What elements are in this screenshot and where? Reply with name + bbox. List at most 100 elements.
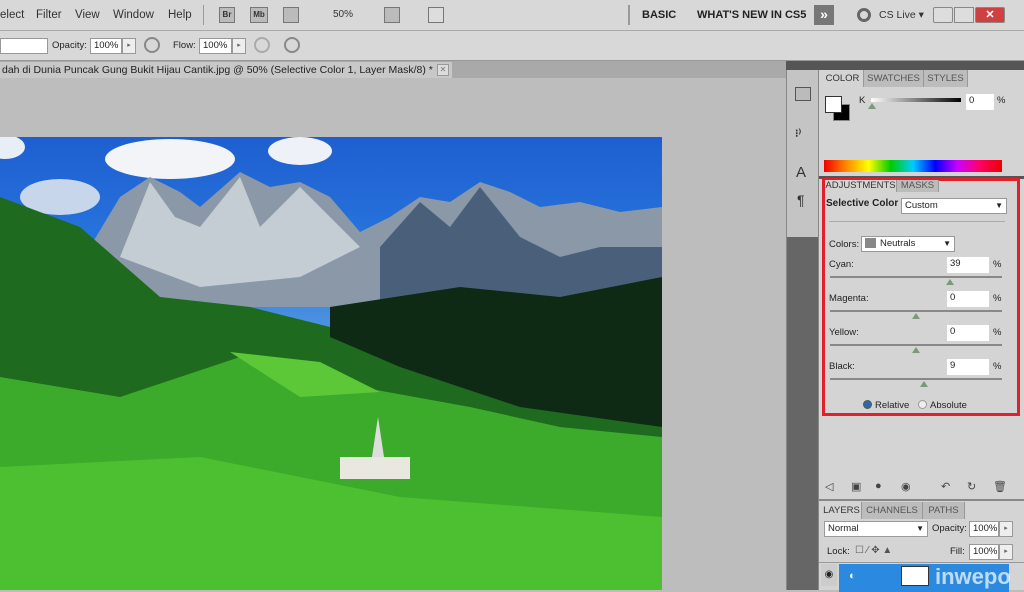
yellow-slider-thumb[interactable] — [912, 347, 920, 353]
divider — [829, 221, 1005, 222]
colors-select[interactable]: Neutrals ▼ — [861, 236, 955, 252]
tab-swatches[interactable]: SWATCHES — [864, 70, 924, 87]
history-icon[interactable] — [795, 87, 811, 101]
black-value-input[interactable]: 9 — [947, 359, 989, 375]
brush-preset-select[interactable] — [0, 38, 48, 54]
mini-bridge-button[interactable]: Mb — [250, 7, 268, 23]
pressure-opacity-icon[interactable] — [254, 37, 270, 53]
magenta-slider-track[interactable] — [830, 310, 1002, 312]
cs-live-icon — [857, 8, 871, 22]
view-extras-icon[interactable] — [283, 7, 299, 23]
bridge-button[interactable]: Br — [219, 7, 235, 23]
magenta-unit: % — [993, 293, 1002, 304]
workspace-basic[interactable]: BASIC — [642, 9, 676, 21]
relative-radio[interactable] — [863, 400, 872, 409]
magenta-slider-thumb[interactable] — [912, 313, 920, 319]
layer-opacity-label: Opacity: — [932, 523, 967, 534]
opacity-label: Opacity: — [52, 40, 87, 51]
preset-select[interactable]: Custom ▼ — [901, 198, 1007, 214]
black-label: Black: — [829, 361, 855, 372]
reset-icon[interactable]: ↻ — [967, 480, 976, 493]
adjustment-title: Selective Color — [826, 198, 899, 209]
tab-masks[interactable]: MASKS — [897, 180, 939, 192]
lock-icons[interactable]: ☐ ⁄ ✥ ▲ — [855, 545, 892, 556]
menu-window[interactable]: Window — [113, 9, 154, 21]
close-document-button[interactable]: ✕ — [437, 64, 449, 76]
k-value-input[interactable]: 0 — [966, 94, 994, 110]
yellow-label: Yellow: — [829, 327, 859, 338]
menu-view[interactable]: View — [75, 9, 100, 21]
k-slider-thumb[interactable] — [868, 103, 876, 109]
tab-layers[interactable]: LAYERS — [822, 502, 862, 519]
pressure-size-icon[interactable] — [284, 37, 300, 53]
blend-mode-select[interactable]: Normal ▼ — [824, 521, 928, 537]
black-slider-track[interactable] — [830, 378, 1002, 380]
visibility-icon[interactable]: ◉ — [901, 480, 911, 493]
fill-stepper[interactable]: ▸ — [999, 544, 1013, 560]
magenta-value-input[interactable]: 0 — [947, 291, 989, 307]
landscape-photo — [0, 137, 662, 590]
options-bar: Opacity: 100% ▸ Flow: 100% ▸ — [0, 31, 1024, 61]
yellow-value-input[interactable]: 0 — [947, 325, 989, 341]
close-window-button[interactable]: ✕ — [975, 7, 1005, 23]
lock-label: Lock: — [827, 546, 850, 557]
opacity-stepper[interactable]: ▸ — [122, 38, 136, 54]
cyan-slider-thumb[interactable] — [945, 279, 954, 285]
character-icon[interactable]: A — [796, 164, 806, 181]
layer-mask-thumbnail[interactable] — [901, 566, 929, 586]
menu-bar: elect Filter View Window Help Br Mb 50% … — [0, 0, 1024, 31]
document-canvas-image[interactable] — [0, 137, 662, 590]
color-spectrum-ramp[interactable] — [824, 160, 1002, 172]
cyan-label: Cyan: — [829, 259, 854, 270]
menu-filter[interactable]: Filter — [36, 9, 62, 21]
minimize-button[interactable] — [933, 7, 953, 23]
flow-stepper[interactable]: ▸ — [232, 38, 246, 54]
tab-color[interactable]: COLOR — [822, 70, 864, 87]
arrange-documents-icon[interactable] — [384, 7, 400, 23]
paragraph-icon[interactable]: ¶ — [797, 192, 805, 208]
tab-styles[interactable]: STYLES — [924, 70, 968, 87]
adjustments-footer: ◁ ▣ ● ◉ ↶ ↻ 🗑 — [819, 477, 1024, 499]
k-slider-track[interactable] — [871, 98, 961, 102]
clip-layer-icon[interactable]: ● — [875, 480, 882, 492]
flow-label: Flow: — [173, 40, 196, 51]
actions-icon[interactable]: ⁝⁾ — [795, 127, 811, 141]
fill-input[interactable]: 100% — [969, 544, 999, 560]
workspace-whats-new[interactable]: WHAT'S NEW IN CS5 — [697, 9, 806, 21]
previous-state-icon[interactable]: ↶ — [941, 480, 950, 493]
menu-select[interactable]: elect — [0, 9, 24, 21]
screen-mode-icon[interactable] — [428, 7, 444, 23]
zoom-level-select[interactable]: 50% — [333, 9, 353, 20]
menu-help[interactable]: Help — [168, 9, 192, 21]
tab-channels[interactable]: CHANNELS — [862, 502, 923, 519]
panels-column: COLOR SWATCHES STYLES K 0 % ADJUSTMENTS … — [818, 70, 1024, 592]
cs-live-menu[interactable]: CS Live ▾ — [879, 9, 924, 21]
layer-row-selective-color[interactable]: ◐ inwepo — [839, 564, 1011, 592]
yellow-slider-track[interactable] — [830, 344, 1002, 346]
foreground-color-swatch[interactable] — [825, 96, 842, 113]
dock-empty — [787, 237, 819, 590]
back-icon[interactable]: ◁ — [825, 480, 833, 493]
cyan-slider-track[interactable] — [830, 276, 1002, 278]
layer-opacity-stepper[interactable]: ▸ — [999, 521, 1013, 537]
cyan-unit: % — [993, 259, 1002, 270]
tab-paths[interactable]: PATHS — [923, 502, 965, 519]
tab-adjustments[interactable]: ADJUSTMENTS — [825, 180, 897, 192]
restore-button[interactable] — [954, 7, 974, 23]
airbrush-icon[interactable] — [144, 37, 160, 53]
yellow-unit: % — [993, 327, 1002, 338]
expand-view-icon[interactable]: ▣ — [851, 480, 861, 493]
layer-opacity-input[interactable]: 100% — [969, 521, 999, 537]
absolute-radio[interactable] — [918, 400, 927, 409]
black-slider-thumb[interactable] — [919, 381, 928, 387]
document-title: dah di Dunia Puncak Gung Bukit Hijau Can… — [2, 64, 433, 76]
panel-dock: ⁝⁾ A ¶ — [786, 61, 819, 590]
document-tab[interactable]: dah di Dunia Puncak Gung Bukit Hijau Can… — [0, 62, 452, 78]
delete-icon[interactable]: 🗑 — [993, 480, 1007, 493]
cyan-value-input[interactable]: 39 — [947, 257, 989, 273]
more-workspaces-button[interactable]: » — [814, 5, 834, 25]
layer-visibility-eye-icon[interactable]: ◉ — [821, 564, 837, 586]
flow-input[interactable]: 100% — [199, 38, 232, 54]
opacity-input[interactable]: 100% — [90, 38, 122, 54]
preset-value: Custom — [905, 200, 938, 211]
